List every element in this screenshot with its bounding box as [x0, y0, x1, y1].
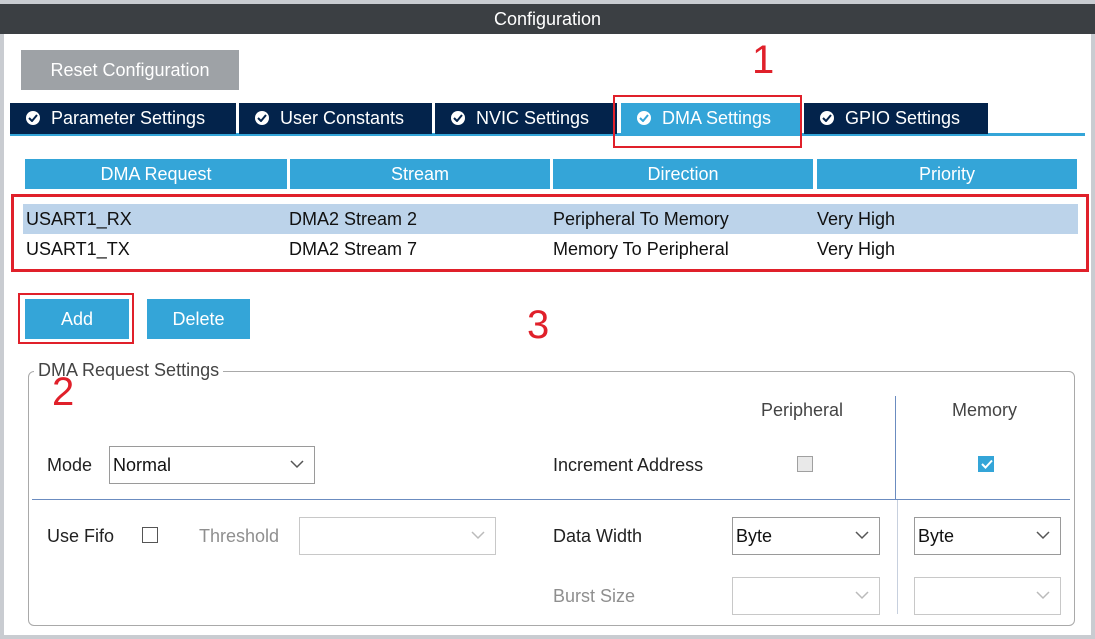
increment-address-label: Increment Address	[553, 455, 704, 475]
highlight-request-rows	[11, 194, 1089, 272]
column-header-dma-request[interactable]: DMA Request	[25, 159, 287, 189]
memory-header: Memory	[952, 400, 1018, 420]
chevron-down-icon	[1036, 531, 1050, 540]
data-width-memory-value: Byte	[918, 526, 955, 546]
reset-configuration-button[interactable]: Reset Configuration	[21, 50, 239, 90]
burst-size-peripheral-select[interactable]	[732, 577, 880, 615]
tab-gpio-settings[interactable]: GPIO Settings	[804, 103, 988, 134]
chevron-down-icon	[290, 460, 304, 469]
check-circle-icon	[255, 111, 269, 125]
threshold-select[interactable]	[299, 517, 496, 555]
tab-label: User Constants	[280, 108, 405, 128]
data-width-peripheral-value: Byte	[736, 526, 773, 546]
column-divider-lower	[897, 500, 898, 614]
column-header-direction[interactable]: Direction	[553, 159, 813, 189]
highlight-dma-tab	[613, 95, 802, 148]
peripheral-header: Peripheral	[761, 400, 844, 420]
annotation-number-3: 3	[527, 303, 550, 347]
section-divider	[32, 499, 1070, 500]
annotation-number-2: 2	[52, 370, 75, 414]
chevron-down-icon	[1036, 591, 1050, 600]
chevron-down-icon	[855, 531, 869, 540]
tab-label: Parameter Settings	[51, 108, 206, 128]
use-fifo-label: Use Fifo	[47, 526, 115, 546]
column-header-priority[interactable]: Priority	[817, 159, 1077, 189]
mode-value: Normal	[113, 455, 172, 475]
column-divider	[895, 396, 896, 499]
tab-parameter-settings[interactable]: Parameter Settings	[10, 103, 236, 134]
check-circle-icon	[820, 111, 834, 125]
delete-button[interactable]: Delete	[147, 299, 250, 339]
increment-peripheral-checkbox[interactable]	[797, 456, 813, 472]
burst-size-label: Burst Size	[553, 586, 636, 606]
tab-label: NVIC Settings	[476, 108, 590, 128]
tab-user-constants[interactable]: User Constants	[239, 103, 432, 134]
tab-label: GPIO Settings	[845, 108, 961, 128]
checkmark-icon	[981, 459, 993, 469]
window-title: Configuration	[0, 0, 1095, 34]
increment-memory-checkbox[interactable]	[978, 456, 994, 472]
chevron-down-icon	[855, 591, 869, 600]
data-width-peripheral-select[interactable]: Byte	[732, 517, 880, 555]
data-width-label: Data Width	[553, 526, 643, 546]
column-header-stream[interactable]: Stream	[290, 159, 550, 189]
data-width-memory-select[interactable]: Byte	[914, 517, 1061, 555]
tab-nvic-settings[interactable]: NVIC Settings	[435, 103, 617, 134]
use-fifo-checkbox[interactable]	[142, 527, 158, 543]
mode-select[interactable]: Normal	[109, 446, 315, 484]
chevron-down-icon	[471, 531, 485, 540]
check-circle-icon	[451, 111, 465, 125]
check-circle-icon	[26, 111, 40, 125]
burst-size-memory-select[interactable]	[914, 577, 1061, 615]
highlight-add-button	[18, 293, 134, 344]
mode-label: Mode	[47, 455, 93, 475]
annotation-number-1: 1	[752, 38, 775, 82]
threshold-label: Threshold	[199, 526, 280, 546]
